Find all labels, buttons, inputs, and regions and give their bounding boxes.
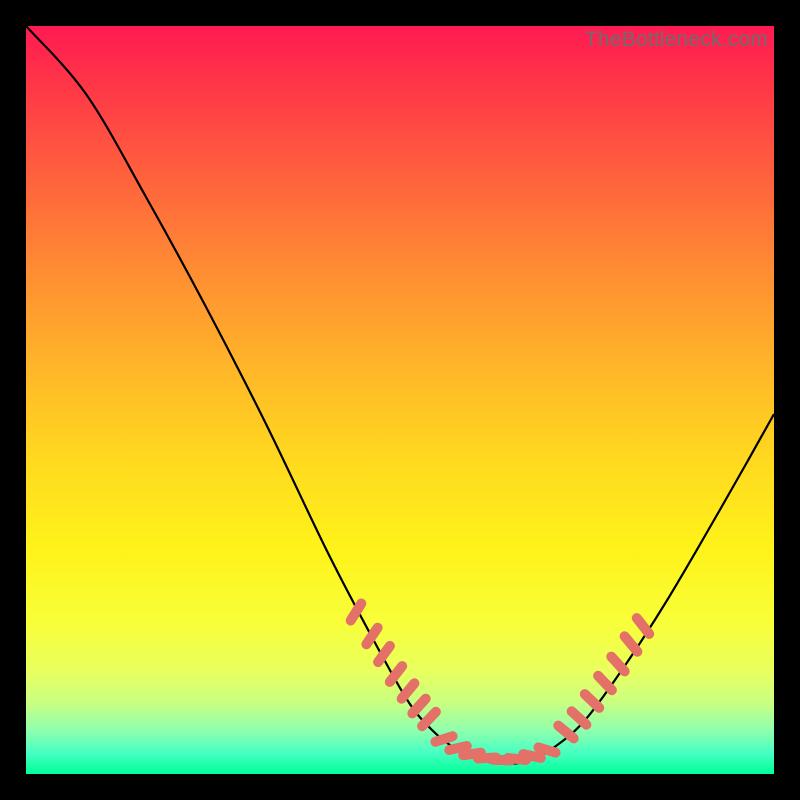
watermark-text: TheBottleneck.com (585, 28, 768, 52)
dash-marker (422, 712, 436, 726)
dash-marker (378, 646, 390, 662)
chart-svg (26, 26, 774, 774)
dash-marker (351, 604, 362, 621)
dash-marker (449, 746, 467, 750)
dash-marker (637, 618, 649, 634)
dash-marker (402, 683, 415, 698)
dash-marker (558, 726, 573, 739)
dash-marker (390, 666, 402, 682)
dash-marker (585, 694, 599, 708)
dash-marker (538, 747, 555, 752)
dash-marker (598, 676, 612, 690)
dash-marker (412, 699, 425, 714)
dash-marker (625, 636, 638, 651)
dash-marker (523, 754, 541, 758)
dash-marker (572, 711, 587, 724)
dash-marker (611, 657, 624, 672)
chart-plot-area: TheBottleneck.com (26, 26, 774, 774)
dash-markers (351, 604, 650, 761)
dash-marker (435, 736, 452, 742)
curve-line (26, 26, 774, 764)
